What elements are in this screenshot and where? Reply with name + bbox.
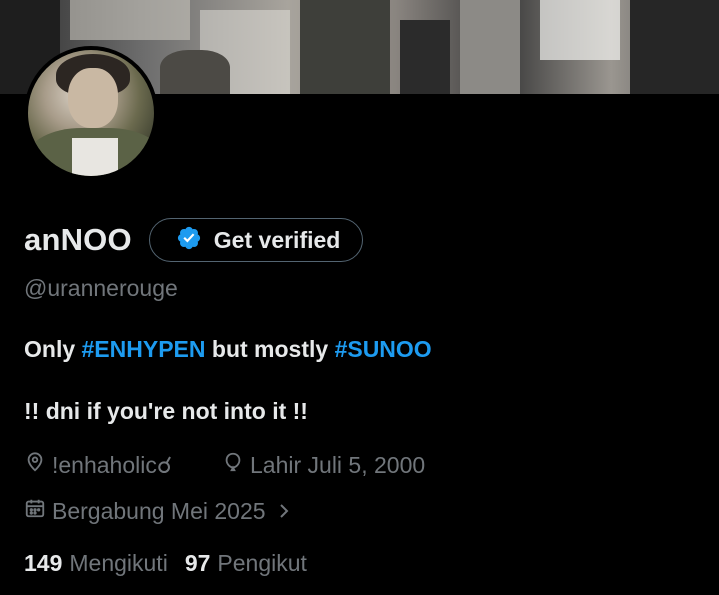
display-name: anNOO: [24, 222, 132, 257]
balloon-icon: [222, 451, 250, 479]
verified-badge-icon: [176, 225, 202, 256]
bio-line-2: !! dni if you're not into it !!: [24, 398, 308, 424]
following-label: Mengikuti: [69, 550, 168, 576]
followers-label: Pengikut: [217, 550, 307, 576]
followers-link[interactable]: 97 Pengikut: [185, 550, 307, 577]
profile-joined[interactable]: Bergabung Mei 2025: [24, 497, 298, 525]
bio-line-1: Only #ENHYPEN but mostly #SUNOO: [24, 336, 432, 363]
chevron-right-icon: [276, 501, 298, 521]
profile-birthdate: Lahir Juli 5, 2000: [222, 451, 425, 479]
location-text: !enhaholic☌: [52, 451, 173, 478]
hashtag-link-enhypen[interactable]: #ENHYPEN: [82, 336, 206, 362]
bio-text: Only: [24, 336, 82, 362]
following-count: 149: [24, 550, 63, 576]
location-pin-icon: [24, 451, 52, 479]
bio-text: but mostly: [205, 336, 335, 362]
joined-text: Bergabung Mei 2025: [52, 497, 266, 524]
profile-avatar[interactable]: [24, 46, 158, 180]
profile-location: !enhaholic☌: [24, 451, 172, 479]
name-row: anNOO Get verified: [24, 218, 364, 262]
birthdate-text: Lahir Juli 5, 2000: [250, 451, 426, 478]
followers-count: 97: [184, 550, 211, 576]
get-verified-button[interactable]: Get verified: [148, 218, 364, 262]
following-link[interactable]: 149 Mengikuti: [24, 550, 168, 577]
user-handle: @urannerouge: [24, 275, 178, 301]
calendar-icon: [24, 497, 52, 525]
get-verified-label: Get verified: [213, 226, 341, 253]
follow-stats: 149 Mengikuti 97 Pengikut: [24, 550, 307, 577]
hashtag-link-sunoo[interactable]: #SUNOO: [335, 336, 432, 362]
